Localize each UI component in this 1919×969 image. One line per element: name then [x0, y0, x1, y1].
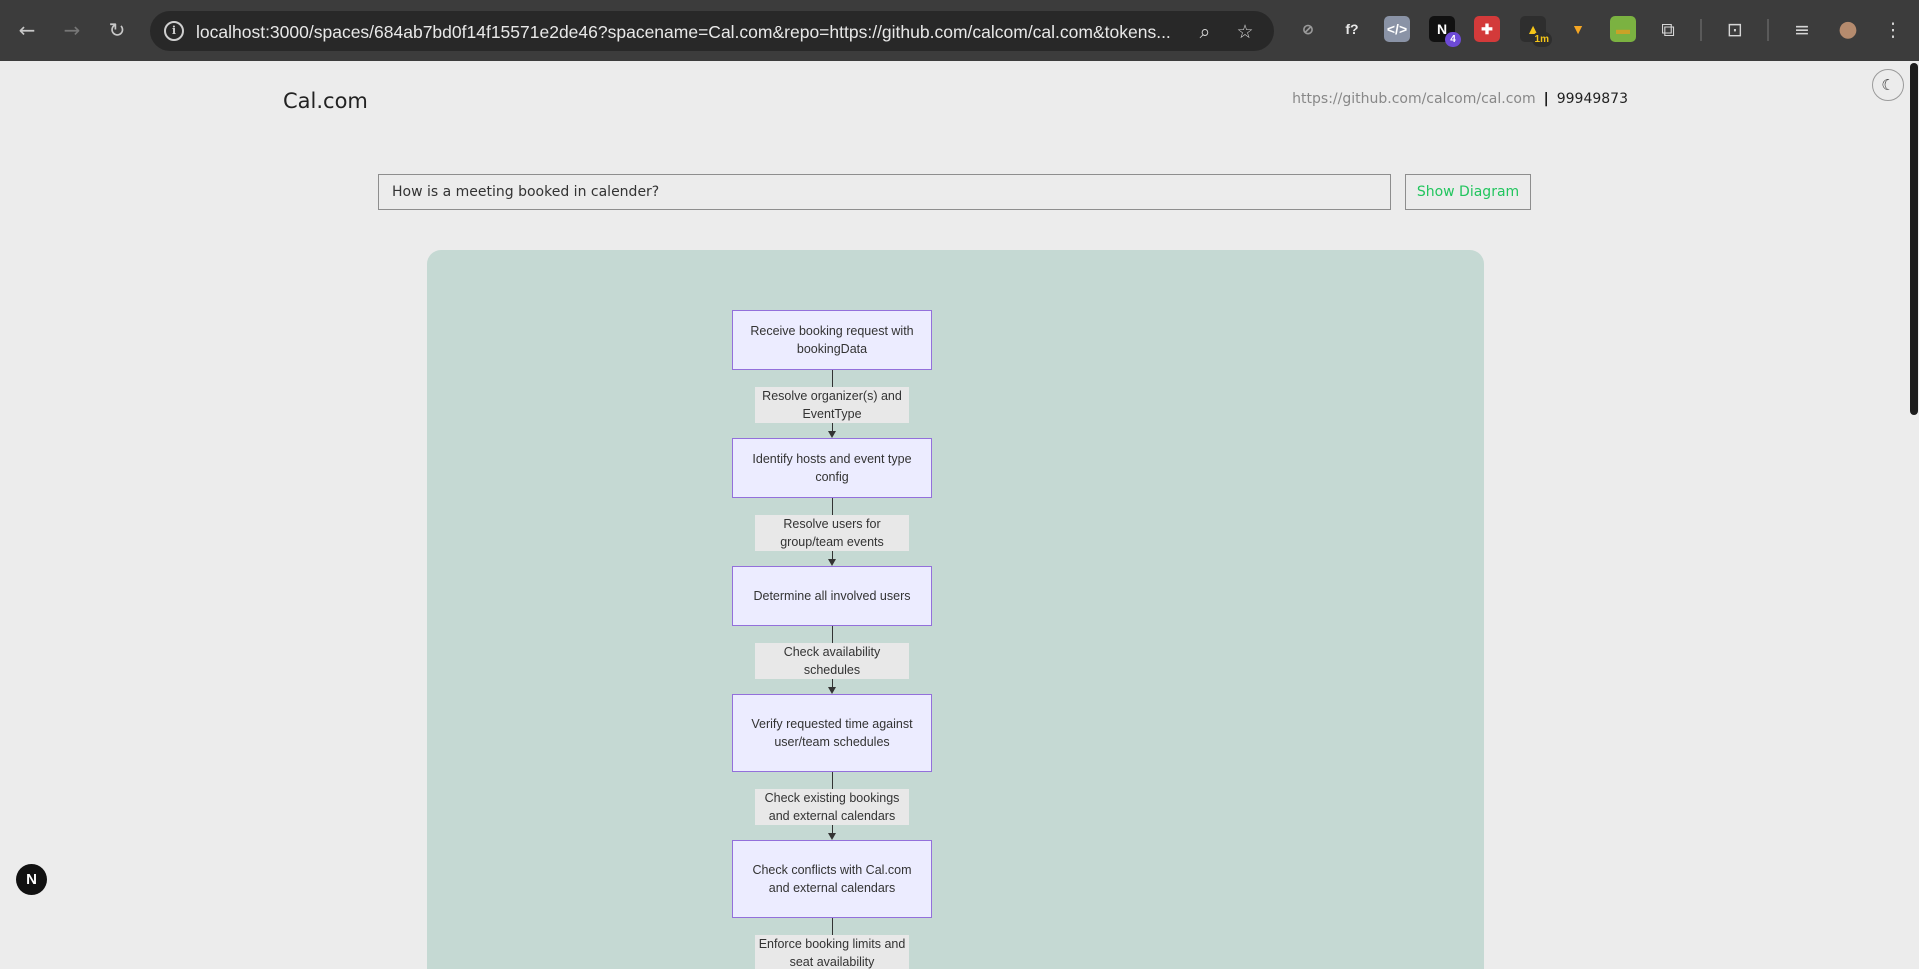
url-text[interactable]: localhost:3000/spaces/684ab7bd0f14f15571… [196, 21, 1186, 43]
puzzle-red-extension-icon[interactable]: ✚ [1474, 16, 1500, 42]
extension-badge: 4 [1445, 32, 1461, 47]
show-diagram-button[interactable]: Show Diagram [1405, 174, 1531, 210]
formula-extension-icon[interactable]: f? [1339, 16, 1365, 42]
flow-edge-label: Resolve users for group/team events [755, 515, 909, 551]
profile-avatar-icon[interactable]: ● [1836, 18, 1860, 42]
nextjs-dev-badge[interactable]: N [16, 864, 47, 895]
media-controls-icon[interactable]: ≡ [1790, 18, 1814, 42]
token-count: 99949873 [1556, 91, 1628, 107]
code-extension-icon[interactable]: </> [1384, 16, 1410, 42]
site-info-icon[interactable]: i [164, 21, 184, 41]
toolbar-separator [1767, 19, 1769, 41]
flow-node: Check conflicts with Cal.com and externa… [732, 840, 932, 918]
scrollbar-thumb[interactable] [1910, 63, 1918, 415]
browser-menu-icon[interactable]: ⋮ [1881, 18, 1905, 42]
blocked-extension-icon[interactable]: ⊘ [1295, 16, 1321, 42]
theme-toggle-moon-icon[interactable]: ☾ [1872, 69, 1904, 101]
flow-node: Receive booking request with bookingData [732, 310, 932, 370]
repo-divider: | [1543, 91, 1549, 107]
arrowhead-icon [828, 559, 836, 566]
triangle-extension-icon[interactable]: ▼ [1565, 16, 1591, 42]
flow-node: Verify requested time against user/team … [732, 694, 932, 772]
forward-icon[interactable]: → [57, 15, 87, 45]
page-content: Cal.com https://github.com/calcom/cal.co… [0, 61, 1919, 969]
toolbar-separator [1700, 19, 1702, 41]
browser-toolbar: ← → ↻ i localhost:3000/spaces/684ab7bd0f… [0, 0, 1919, 61]
brand-title: Cal.com [283, 89, 368, 113]
repo-url-link[interactable]: https://github.com/calcom/cal.com [1292, 91, 1535, 107]
flow-node: Identify hosts and event type config [732, 438, 932, 498]
diagram-panel: Receive booking request with bookingData… [427, 250, 1484, 969]
n-extension-icon[interactable]: N4 [1429, 16, 1461, 47]
address-bar[interactable]: i localhost:3000/spaces/684ab7bd0f14f155… [150, 11, 1274, 51]
flow-edge-label: Enforce booking limits and seat availabi… [755, 935, 909, 969]
bookmark-star-icon[interactable]: ☆ [1233, 20, 1257, 44]
arrowhead-icon [828, 687, 836, 694]
flow-edge-label: Check existing bookings and external cal… [755, 789, 909, 825]
arrowhead-icon [828, 833, 836, 840]
page-scrollbar[interactable] [1909, 61, 1919, 969]
extension-badge: 1m [1531, 32, 1552, 47]
timer-extension-icon[interactable]: ▲ 1m [1520, 16, 1552, 47]
zoom-icon[interactable]: ⌕ [1193, 20, 1217, 44]
flow-edge-label: Check availability schedules [755, 643, 909, 679]
screen-capture-icon[interactable]: ⊡ [1723, 18, 1747, 42]
flow-edge-label: Resolve organizer(s) and EventType [755, 387, 909, 423]
arrowhead-icon [828, 431, 836, 438]
flow-node: Determine all involved users [732, 566, 932, 626]
green-extension-icon[interactable]: ▬ [1610, 16, 1636, 42]
question-input[interactable]: How is a meeting booked in calender? [378, 174, 1391, 210]
extensions-puzzle-icon[interactable]: ⧉ [1656, 18, 1680, 42]
repo-info: https://github.com/calcom/cal.com | 999498… [1292, 91, 1628, 107]
reload-icon[interactable]: ↻ [102, 15, 132, 45]
back-icon[interactable]: ← [12, 15, 42, 45]
